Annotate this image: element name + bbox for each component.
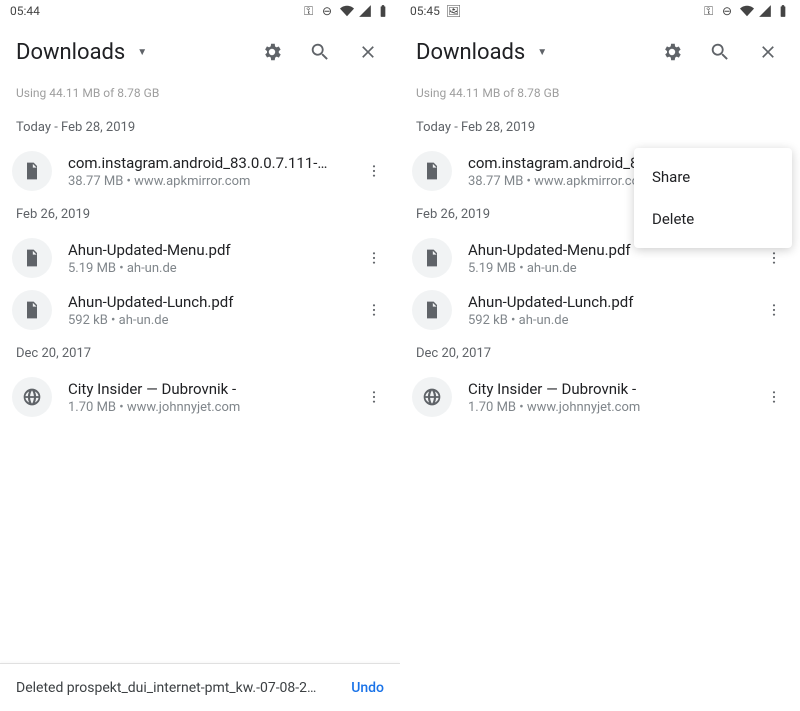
file-name: Ahun-Updated-Menu.pdf bbox=[68, 241, 350, 259]
left-screenshot: 05:44 ⚿ ⊖ Downloads ▼ Using 44.11 MB of … bbox=[0, 0, 400, 711]
storage-usage: Using 44.11 MB of 8.78 GB bbox=[0, 82, 400, 110]
more-options-button[interactable] bbox=[354, 238, 394, 278]
snackbar-text: Deleted prospekt_dui_internet-pmt_kw.-07… bbox=[16, 680, 335, 696]
close-button[interactable] bbox=[746, 30, 790, 74]
close-button[interactable] bbox=[346, 30, 390, 74]
signal-icon bbox=[758, 4, 772, 18]
file-row[interactable]: City Insider — Dubrovnik - 1.70 MB • www.… bbox=[400, 371, 800, 423]
do-not-disturb-icon: ⊖ bbox=[722, 4, 736, 18]
page-title: Downloads bbox=[416, 40, 525, 65]
more-options-button[interactable] bbox=[754, 377, 794, 417]
key-icon: ⚿ bbox=[704, 4, 718, 18]
date-header: Dec 20, 2017 bbox=[400, 336, 800, 371]
more-options-button[interactable] bbox=[754, 290, 794, 330]
file-meta: 592 kB • ah-un.de bbox=[468, 313, 750, 328]
file-row[interactable]: Ahun-Updated-Lunch.pdf 592 kB • ah-un.de bbox=[0, 284, 400, 336]
file-icon bbox=[12, 238, 52, 278]
date-header: Dec 20, 2017 bbox=[0, 336, 400, 371]
file-meta: 5.19 MB • ah-un.de bbox=[468, 261, 750, 276]
date-header: Today - Feb 28, 2019 bbox=[0, 110, 400, 145]
file-meta: 592 kB • ah-un.de bbox=[68, 313, 350, 328]
file-row[interactable]: com.instagram.android_83.0.0.7.111-… 38.7… bbox=[0, 145, 400, 197]
page-title: Downloads bbox=[16, 40, 125, 65]
file-icon bbox=[12, 151, 52, 191]
undo-button[interactable]: Undo bbox=[351, 680, 384, 696]
downloads-list-left: Today - Feb 28, 2019com.instagram.androi… bbox=[0, 110, 400, 423]
key-icon: ⚿ bbox=[304, 4, 318, 18]
gear-icon bbox=[661, 41, 683, 63]
status-time: 05:44 bbox=[10, 4, 40, 18]
close-icon bbox=[358, 42, 378, 62]
more-options-button[interactable] bbox=[354, 377, 394, 417]
right-screenshot: 05:45 🖼 ⚿ ⊖ Downloads ▼ Using 44.11 MB o… bbox=[400, 0, 800, 711]
snackbar: Deleted prospekt_dui_internet-pmt_kw.-07… bbox=[0, 663, 400, 711]
date-header: Feb 26, 2019 bbox=[0, 197, 400, 232]
status-time: 05:45 bbox=[410, 4, 440, 18]
globe-icon bbox=[412, 377, 452, 417]
wifi-icon bbox=[340, 4, 354, 18]
file-meta: 38.77 MB • www.apkmirror.com bbox=[68, 174, 350, 189]
close-icon bbox=[758, 42, 778, 62]
file-name: Ahun-Updated-Lunch.pdf bbox=[468, 293, 750, 311]
file-row[interactable]: Ahun-Updated-Menu.pdf 5.19 MB • ah-un.de bbox=[0, 232, 400, 284]
file-icon bbox=[12, 290, 52, 330]
status-bar: 05:44 ⚿ ⊖ bbox=[0, 0, 400, 22]
image-icon: 🖼 bbox=[446, 4, 461, 18]
battery-icon bbox=[376, 4, 390, 18]
context-menu: ShareDelete bbox=[634, 148, 792, 248]
battery-icon bbox=[776, 4, 790, 18]
file-row[interactable]: City Insider — Dubrovnik - 1.70 MB • www.… bbox=[0, 371, 400, 423]
status-icons: ⚿ ⊖ bbox=[704, 4, 790, 18]
wifi-icon bbox=[740, 4, 754, 18]
more-options-button[interactable] bbox=[354, 290, 394, 330]
settings-button[interactable] bbox=[250, 30, 294, 74]
file-name: com.instagram.android_83.0.0.7.111-… bbox=[68, 154, 350, 172]
file-meta: 1.70 MB • www.johnnyjet.com bbox=[68, 400, 350, 415]
context-menu-item-share[interactable]: Share bbox=[634, 156, 792, 198]
settings-button[interactable] bbox=[650, 30, 694, 74]
file-name: City Insider — Dubrovnik - bbox=[68, 380, 350, 398]
title-dropdown-icon[interactable]: ▼ bbox=[537, 47, 547, 58]
file-meta: 1.70 MB • www.johnnyjet.com bbox=[468, 400, 750, 415]
status-bar: 05:45 🖼 ⚿ ⊖ bbox=[400, 0, 800, 22]
search-icon bbox=[709, 41, 731, 63]
signal-icon bbox=[358, 4, 372, 18]
file-meta: 5.19 MB • ah-un.de bbox=[68, 261, 350, 276]
storage-usage: Using 44.11 MB of 8.78 GB bbox=[400, 82, 800, 110]
search-button[interactable] bbox=[698, 30, 742, 74]
title-dropdown-icon[interactable]: ▼ bbox=[137, 47, 147, 58]
do-not-disturb-icon: ⊖ bbox=[322, 4, 336, 18]
globe-icon bbox=[12, 377, 52, 417]
date-header: Today - Feb 28, 2019 bbox=[400, 110, 800, 145]
file-name: Ahun-Updated-Lunch.pdf bbox=[68, 293, 350, 311]
app-header: Downloads ▼ bbox=[0, 22, 400, 82]
file-name: City Insider — Dubrovnik - bbox=[468, 380, 750, 398]
context-menu-item-delete[interactable]: Delete bbox=[634, 198, 792, 240]
more-options-button[interactable] bbox=[354, 151, 394, 191]
file-row[interactable]: Ahun-Updated-Lunch.pdf 592 kB • ah-un.de bbox=[400, 284, 800, 336]
app-header: Downloads ▼ bbox=[400, 22, 800, 82]
search-icon bbox=[309, 41, 331, 63]
status-icons: ⚿ ⊖ bbox=[304, 4, 390, 18]
gear-icon bbox=[261, 41, 283, 63]
file-icon bbox=[412, 151, 452, 191]
file-icon bbox=[412, 290, 452, 330]
search-button[interactable] bbox=[298, 30, 342, 74]
file-icon bbox=[412, 238, 452, 278]
